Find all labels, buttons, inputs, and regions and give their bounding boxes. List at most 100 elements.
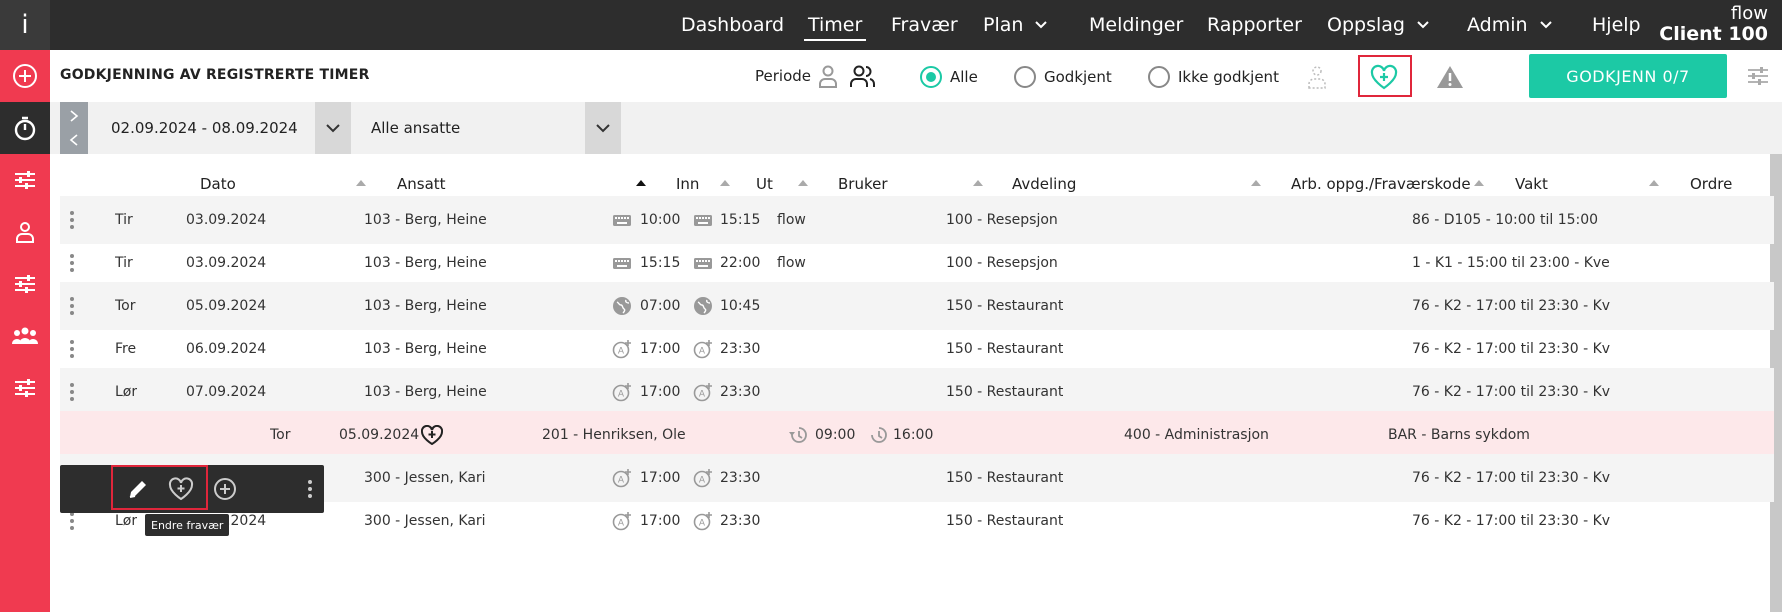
radio-godkjent[interactable]: Godkjent <box>1014 66 1112 88</box>
col-header-dato[interactable]: Dato <box>200 175 236 193</box>
nav-rapporter[interactable]: Rapporter <box>1207 0 1302 50</box>
chevron-left-icon[interactable] <box>69 134 79 146</box>
sidebar-settings-3[interactable] <box>0 362 50 414</box>
nav-timer[interactable]: Timer <box>803 0 867 50</box>
cell-department: 150 - Restaurant <box>946 384 1064 400</box>
row-menu-icon[interactable] <box>70 340 74 358</box>
col-header-vakt[interactable]: Vakt <box>1515 175 1548 193</box>
cell-day: Lør <box>115 384 138 400</box>
sidebar-settings-1[interactable] <box>0 154 50 206</box>
sort-arrow-icon[interactable] <box>1649 180 1659 186</box>
heart-plus-icon[interactable] <box>421 411 443 459</box>
table-row[interactable]: Tir 03.09.2024 103 - Berg, Heine 15:15 22:00… <box>60 239 1774 287</box>
nav-meldinger[interactable]: Meldinger <box>1089 0 1183 50</box>
nav-dashboard-label: Dashboard <box>681 14 785 36</box>
more-vertical-icon[interactable] <box>308 480 312 498</box>
cell-employee: 103 - Berg, Heine <box>364 255 487 271</box>
table-row[interactable]: Lør 07.09.2024 103 - Berg, Heine A 17:00 A 23:… <box>60 368 1774 416</box>
cell-in: 15:15 <box>640 255 681 271</box>
auto-plus-icon: A <box>612 368 636 416</box>
radio-ikke-godkjent[interactable]: Ikke godkjent <box>1148 66 1279 88</box>
cell-day: Tor <box>115 298 136 314</box>
keyboard-icon <box>693 196 717 244</box>
approve-button-label: GODKJENN 0/7 <box>1566 66 1690 86</box>
nav-admin[interactable]: Admin <box>1467 0 1554 50</box>
single-person-icon[interactable] <box>817 64 839 88</box>
approve-button[interactable]: GODKJENN 0/7 <box>1529 54 1727 98</box>
radio-alle[interactable]: Alle <box>920 66 978 88</box>
radio-ikke-godkjent-circle[interactable] <box>1148 66 1170 88</box>
row-menu-icon[interactable] <box>70 254 74 272</box>
table-row[interactable]: Tor 05.09.2024 103 - Berg, Heine 07:00 10:45… <box>60 282 1774 330</box>
row-menu-icon[interactable] <box>70 512 74 530</box>
plus-circle-icon <box>13 64 37 88</box>
radio-godkjent-circle[interactable] <box>1014 66 1036 88</box>
person-dotted-icon[interactable] <box>1306 64 1328 90</box>
auto-plus-icon: A <box>693 454 717 502</box>
cell-day: Tir <box>115 212 133 228</box>
col-header-ordre[interactable]: Ordre <box>1690 175 1732 193</box>
col-header-inn[interactable]: Inn <box>676 175 699 193</box>
date-range-select[interactable]: 02.09.2024 - 08.09.2024 <box>91 102 315 154</box>
sort-arrow-icon[interactable] <box>973 180 983 186</box>
sidebar-add[interactable] <box>0 50 50 102</box>
multiple-persons-icon[interactable] <box>849 64 877 88</box>
auto-plus-icon: A <box>693 325 717 373</box>
warning-icon[interactable] <box>1436 64 1464 90</box>
cell-employee: 103 - Berg, Heine <box>364 384 487 400</box>
sort-arrow-icon[interactable] <box>1251 180 1261 186</box>
nav-hjelp[interactable]: Hjelp <box>1592 0 1641 50</box>
sort-arrow-active-icon[interactable] <box>636 180 646 186</box>
sidebar-settings-2[interactable] <box>0 258 50 310</box>
sort-arrow-icon[interactable] <box>720 180 730 186</box>
nav-plan[interactable]: Plan <box>983 0 1049 50</box>
cell-out: 23:30 <box>720 470 761 486</box>
client-selector[interactable]: flow Client 100 <box>1659 0 1768 50</box>
cell-department: 150 - Restaurant <box>946 298 1064 314</box>
auto-plus-icon: A <box>693 497 717 545</box>
col-header-arb[interactable]: Arb. oppg./Fraværskode <box>1291 175 1471 193</box>
cell-date: 03.09.2024 <box>186 212 267 228</box>
app-logo[interactable]: i <box>0 0 50 50</box>
cell-department: 150 - Restaurant <box>946 470 1064 486</box>
nav-oppslag[interactable]: Oppslag <box>1327 0 1431 50</box>
radio-alle-circle[interactable] <box>920 66 942 88</box>
row-menu-icon[interactable] <box>70 297 74 315</box>
svg-text:A: A <box>618 519 625 529</box>
col-header-avdeling[interactable]: Avdeling <box>1012 175 1076 193</box>
col-header-ut[interactable]: Ut <box>756 175 773 193</box>
sidebar-timer[interactable] <box>0 102 50 154</box>
employees-select[interactable]: Alle ansatte <box>351 102 585 154</box>
globe-icon <box>693 282 717 330</box>
cell-out: 16:00 <box>893 427 934 443</box>
chevron-right-icon[interactable] <box>69 110 79 122</box>
table-row[interactable]: Tor 05.09.2024 201 - Henriksen, Ole 09:00 16… <box>60 411 1774 459</box>
nav-dashboard[interactable]: Dashboard <box>681 0 784 50</box>
stopwatch-icon <box>14 116 36 141</box>
col-header-bruker[interactable]: Bruker <box>838 175 888 193</box>
sidebar-group[interactable] <box>0 310 50 362</box>
row-menu-icon[interactable] <box>70 383 74 401</box>
cell-department: 100 - Resepsjon <box>946 212 1058 228</box>
auto-plus-icon: A <box>612 454 636 502</box>
svg-text:A: A <box>699 519 706 529</box>
date-range-dropdown[interactable] <box>315 102 351 154</box>
sidebar-person[interactable] <box>0 206 50 258</box>
table-row[interactable]: Fre 06.09.2024 103 - Berg, Heine A 17:00 A 23:… <box>60 325 1774 373</box>
cell-shift: 76 - K2 - 17:00 til 23:30 - Kv <box>1412 513 1611 529</box>
sort-arrow-icon[interactable] <box>356 180 366 186</box>
group-icon <box>12 327 38 344</box>
col-header-ansatt[interactable]: Ansatt <box>397 175 446 193</box>
sort-arrow-icon[interactable] <box>1474 180 1484 186</box>
plus-circle-icon[interactable] <box>213 477 237 501</box>
filter-sliders-icon[interactable] <box>1747 66 1769 86</box>
cell-employee: 300 - Jessen, Kari <box>364 513 486 529</box>
table-row[interactable]: Tir 03.09.2024 103 - Berg, Heine 10:00 15:15… <box>60 196 1774 244</box>
person-icon <box>16 222 34 243</box>
nav-fravaer[interactable]: Fravær <box>891 0 958 50</box>
nav-timer-label: Timer <box>808 14 863 36</box>
row-menu-icon[interactable] <box>70 211 74 229</box>
employees-dropdown[interactable] <box>585 102 621 154</box>
date-range-value: 02.09.2024 - 08.09.2024 <box>111 119 298 137</box>
sort-arrow-icon[interactable] <box>798 180 808 186</box>
